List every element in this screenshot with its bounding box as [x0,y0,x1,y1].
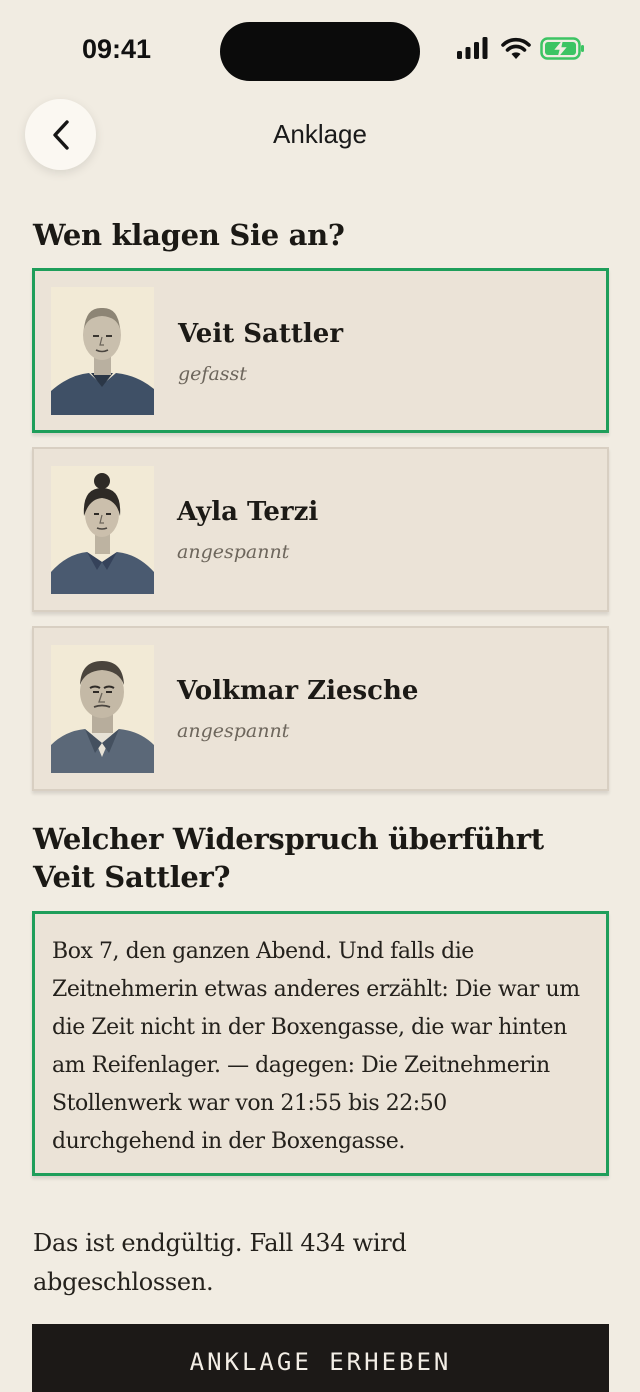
suspect-mood: angespannt [177,541,290,563]
wifi-icon [501,37,531,59]
suspect-portrait [51,466,154,594]
suspect-mood: angespannt [177,720,290,742]
accuse-question: Wen klagen Sie an? [33,218,345,252]
accuse-submit-button[interactable]: ANKLAGE ERHEBEN [32,1324,609,1392]
suspect-portrait [51,645,154,773]
suspect-card-veit-sattler[interactable]: Veit Sattler gefasst [32,268,609,433]
suspect-portrait [51,287,154,415]
contradiction-question: Welcher Widerspruch überführt Veit Sattl… [33,822,544,894]
final-warning-text: Das ist endgültig. Fall 434 wird abgesch… [33,1229,407,1296]
page-title: Anklage [273,119,367,149]
status-bar: 09:41 [0,0,640,100]
suspect-name: Ayla Terzi [177,497,319,527]
suspect-name: Volkmar Ziesche [177,676,419,706]
status-time: 09:41 [82,34,152,64]
dynamic-island [220,22,420,81]
contradiction-option[interactable]: Box 7, den ganzen Abend. Und falls die Z… [32,911,609,1176]
suspect-mood: gefasst [178,363,247,385]
suspect-name: Veit Sattler [178,319,344,349]
signal-icon [457,37,488,59]
contradiction-text: Box 7, den ganzen Abend. Und falls die Z… [52,939,580,1154]
battery-charging-icon [540,37,584,60]
suspect-card-ayla-terzi[interactable]: Ayla Terzi angespannt [32,447,609,612]
suspect-card-volkmar-ziesche[interactable]: Volkmar Ziesche angespannt [32,626,609,791]
